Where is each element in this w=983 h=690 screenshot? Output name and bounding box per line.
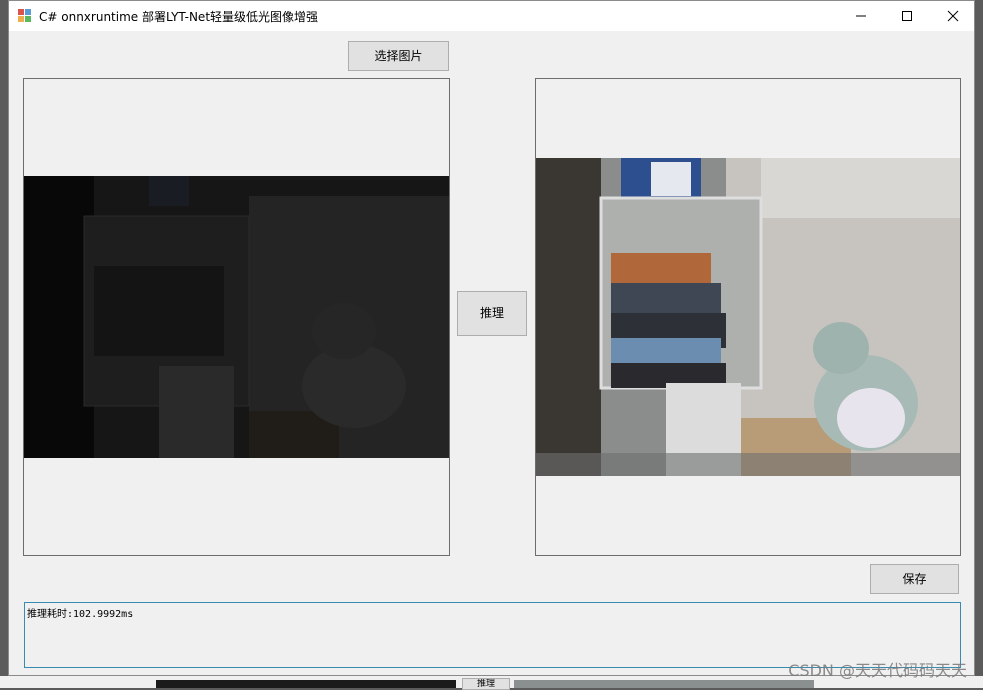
background-window-infer-button[interactable]: 推理 (462, 678, 510, 690)
title-bar[interactable]: C# onnxruntime 部署LYT-Net轻量级低光图像增强 (9, 1, 974, 31)
output-image (536, 158, 960, 476)
infer-button[interactable]: 推理 (457, 291, 527, 336)
window-title: C# onnxruntime 部署LYT-Net轻量级低光图像增强 (39, 10, 319, 24)
watermark: CSDN @天天代码码天天 (788, 661, 967, 680)
minimize-button[interactable] (838, 1, 884, 31)
close-button[interactable] (930, 1, 976, 31)
background-window-image-right (514, 680, 814, 688)
output-picturebox (535, 78, 961, 556)
main-window: C# onnxruntime 部署LYT-Net轻量级低光图像增强 选择图片 推… (8, 0, 975, 676)
background-window-image-left (156, 680, 456, 688)
close-icon (947, 10, 959, 22)
app-icon (18, 9, 32, 23)
save-button[interactable]: 保存 (870, 564, 959, 594)
select-image-button[interactable]: 选择图片 (348, 41, 449, 71)
minimize-icon (856, 15, 866, 17)
maximize-button[interactable] (884, 1, 930, 31)
maximize-icon (902, 11, 912, 21)
input-image (24, 176, 449, 458)
input-picturebox (23, 78, 450, 556)
